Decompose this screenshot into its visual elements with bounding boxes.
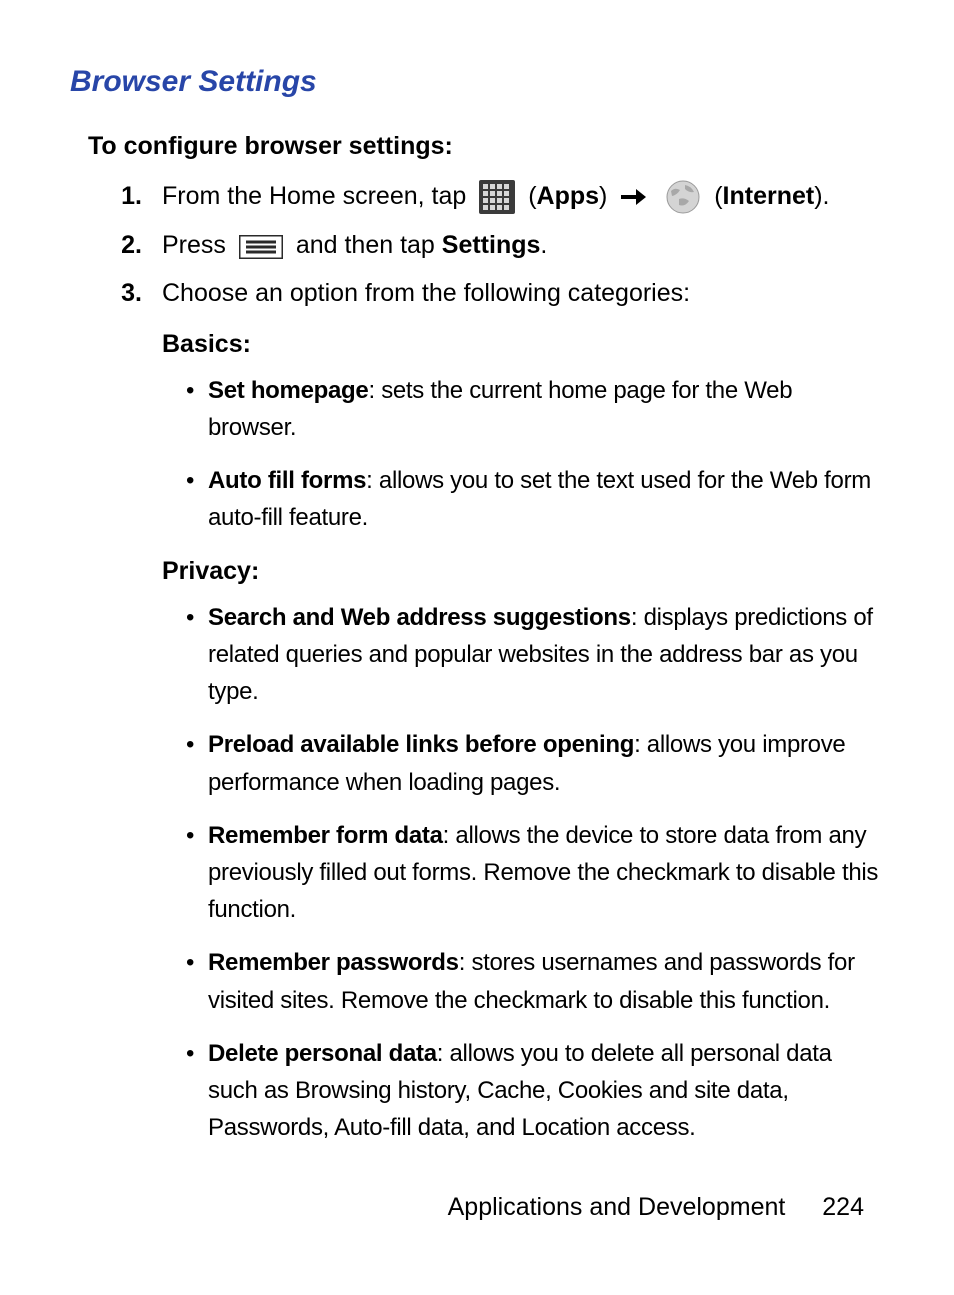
step-3-body: Choose an option from the following cate… bbox=[162, 275, 884, 1162]
step-3-text: Choose an option from the following cate… bbox=[162, 275, 884, 311]
apps-grid-icon bbox=[479, 180, 515, 214]
settings-label: Settings bbox=[442, 231, 541, 259]
step-number: 1. bbox=[106, 178, 162, 215]
basics-label: Basics: bbox=[162, 326, 884, 362]
internet-label: Internet bbox=[723, 182, 815, 210]
list-item: Search and Web address suggestions: disp… bbox=[186, 599, 884, 711]
list-item: Auto fill forms: allows you to set the t… bbox=[186, 462, 884, 536]
step-2-end: . bbox=[540, 231, 547, 259]
term: Delete personal data bbox=[208, 1040, 437, 1067]
step-1-body: From the Home screen, tap (Apps) bbox=[162, 178, 884, 215]
list-item: Remember passwords: stores usernames and… bbox=[186, 944, 884, 1018]
list-item: Remember form data: allows the device to… bbox=[186, 817, 884, 929]
arrow-right-icon bbox=[620, 187, 646, 207]
term: Preload available links before opening bbox=[208, 731, 634, 758]
internet-label-paren: (Internet). bbox=[714, 182, 829, 210]
step-1: 1. From the Home screen, tap (Apps) bbox=[106, 178, 884, 215]
page-number: 224 bbox=[822, 1193, 864, 1221]
list-item: Delete personal data: allows you to dele… bbox=[186, 1035, 884, 1147]
step-number: 3. bbox=[106, 275, 162, 1162]
term: Remember form data bbox=[208, 822, 443, 849]
menu-icon bbox=[239, 235, 283, 259]
step-2-mid: and then tap bbox=[296, 231, 442, 259]
privacy-label: Privacy: bbox=[162, 553, 884, 589]
globe-icon bbox=[665, 179, 701, 215]
numbered-steps: 1. From the Home screen, tap (Apps) bbox=[106, 178, 884, 1163]
intro-line: To configure browser settings: bbox=[88, 128, 884, 164]
list-item: Preload available links before opening: … bbox=[186, 726, 884, 800]
step-2-pre: Press bbox=[162, 231, 233, 259]
step-2-body: Press and then tap Settings. bbox=[162, 227, 884, 263]
apps-label: Apps bbox=[537, 182, 600, 210]
step-number: 2. bbox=[106, 227, 162, 263]
step-1-pre: From the Home screen, tap bbox=[162, 182, 473, 210]
list-item: Set homepage: sets the current home page… bbox=[186, 372, 884, 446]
apps-label-paren: (Apps) bbox=[528, 182, 614, 210]
term: Remember passwords bbox=[208, 949, 459, 976]
page-heading: Browser Settings bbox=[70, 60, 884, 104]
page-footer: Applications and Development 224 bbox=[448, 1189, 864, 1225]
step-3: 3. Choose an option from the following c… bbox=[106, 275, 884, 1162]
step-2: 2. Press and then tap Settings. bbox=[106, 227, 884, 263]
basics-list: Set homepage: sets the current home page… bbox=[186, 372, 884, 537]
term: Set homepage bbox=[208, 377, 368, 404]
term: Search and Web address suggestions bbox=[208, 604, 631, 631]
privacy-list: Search and Web address suggestions: disp… bbox=[186, 599, 884, 1146]
term: Auto fill forms bbox=[208, 467, 366, 494]
footer-section: Applications and Development bbox=[448, 1193, 786, 1221]
